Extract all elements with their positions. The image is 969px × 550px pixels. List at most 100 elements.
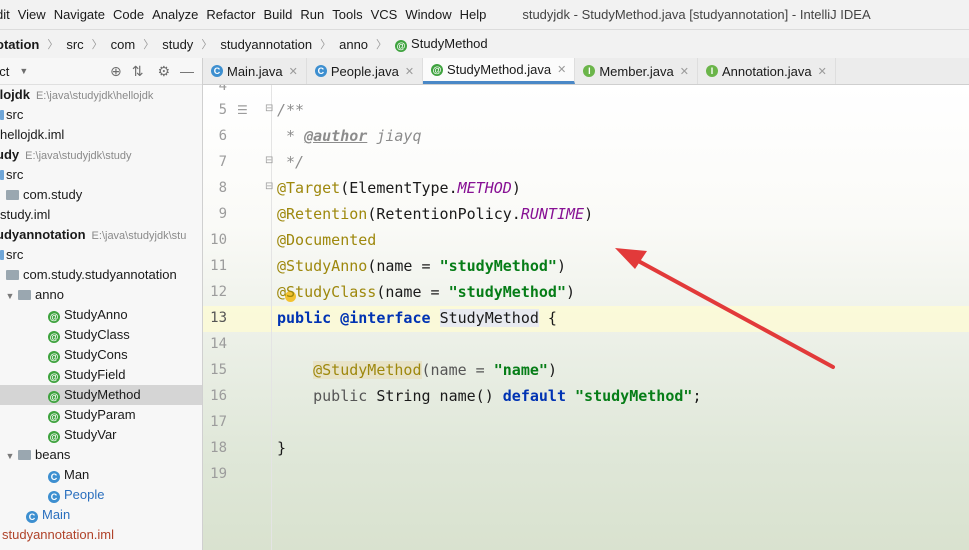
locate-icon[interactable]: ⊕ xyxy=(110,63,122,80)
project-sidebar: ect ▼ ⊕ ⇅ ⚙ — llojdk E:\java\studyjdk\hel… xyxy=(0,58,203,550)
project-toolbar: ect ▼ ⊕ ⇅ ⚙ — xyxy=(0,58,202,85)
tree-item[interactable]: @ StudyCons xyxy=(0,345,202,365)
close-icon[interactable]: ✕ xyxy=(680,65,689,78)
tree-item[interactable]: src xyxy=(0,245,202,265)
menu-view[interactable]: View xyxy=(18,0,54,29)
breadcrumb-item[interactable]: anno xyxy=(335,37,372,52)
tab-people-java[interactable]: C People.java ✕ xyxy=(307,58,424,84)
tab-label: Member.java xyxy=(599,63,674,79)
tree-item[interactable]: com.study.studyannotation xyxy=(0,265,202,285)
menu-tools[interactable]: Tools xyxy=(332,0,370,29)
tree-item[interactable]: studyannotation.iml xyxy=(0,525,202,545)
tab-member-java[interactable]: I Member.java ✕ xyxy=(575,58,698,84)
tree-label: StudyField xyxy=(64,367,126,382)
tree-item-selected[interactable]: @ StudyMethod xyxy=(0,385,202,405)
close-icon[interactable]: ✕ xyxy=(405,65,414,78)
chevron-down-icon[interactable]: ▼ xyxy=(19,66,28,76)
menu-analyze[interactable]: Analyze xyxy=(152,0,206,29)
gear-icon[interactable]: ⚙ xyxy=(157,63,170,80)
chevron-down-icon[interactable]: ▼ xyxy=(4,286,16,306)
project-view-selector[interactable]: ect xyxy=(0,64,9,79)
breadcrumb-item[interactable]: com xyxy=(107,37,140,52)
tab-label: Annotation.java xyxy=(721,63,812,79)
tab-studymethod-java[interactable]: @ StudyMethod.java ✕ xyxy=(423,58,576,84)
tree-item[interactable]: udyannotation E:\java\studyjdk\stu xyxy=(0,225,202,245)
close-icon[interactable]: ✕ xyxy=(557,63,566,76)
tree-label: com.study.studyannotation xyxy=(23,267,177,282)
class-icon: C xyxy=(26,511,38,523)
tab-label: Main.java xyxy=(227,63,283,79)
menu-vcs[interactable]: VCS xyxy=(371,0,406,29)
class-icon: C xyxy=(48,491,60,503)
annotation-icon: @ xyxy=(48,371,60,383)
menu-window[interactable]: Window xyxy=(405,0,459,29)
breadcrumb: otation 〉 src 〉 com 〉 study 〉 studyannot… xyxy=(0,29,969,59)
tree-item[interactable]: src xyxy=(0,105,202,125)
tree-item[interactable]: llojdk E:\java\studyjdk\hellojdk xyxy=(0,85,202,105)
tree-label: Main xyxy=(42,507,71,522)
annotation-arrow-icon xyxy=(615,248,835,369)
tree-item[interactable]: hellojdk.iml xyxy=(0,125,202,145)
tree-label: StudyClass xyxy=(64,327,130,342)
annotation-icon: @ xyxy=(48,311,60,323)
source-folder-icon xyxy=(0,110,4,120)
breadcrumb-item[interactable]: src xyxy=(62,37,87,52)
tree-label: llojdk xyxy=(0,87,30,102)
menu-help[interactable]: Help xyxy=(460,0,495,29)
chevron-right-icon: 〉 xyxy=(47,39,59,51)
tree-item[interactable]: @ StudyVar xyxy=(0,425,202,445)
tree-label: StudyParam xyxy=(64,407,136,422)
close-icon[interactable]: ✕ xyxy=(818,65,827,78)
tree-label: beans xyxy=(35,447,71,462)
tree-item[interactable]: @ StudyAnno xyxy=(0,305,202,325)
code-editor[interactable]: 4 5 ☰ ⊟ 6 7 ⊟ 8 ⊟ 9 10 11 12 13 14 15 16… xyxy=(203,85,969,550)
tab-annotation-java[interactable]: I Annotation.java ✕ xyxy=(698,58,836,84)
tree-item[interactable]: C People xyxy=(0,485,202,505)
tree-item[interactable]: @ StudyParam xyxy=(0,405,202,425)
chevron-down-icon[interactable]: ▼ xyxy=(4,446,16,466)
collapse-all-icon[interactable]: ⇅ xyxy=(132,63,144,80)
tree-item[interactable]: C Man xyxy=(0,465,202,485)
tree-label: Man xyxy=(64,467,90,482)
breadcrumb-item[interactable]: studyannotation xyxy=(216,37,316,52)
tab-main-java[interactable]: C Main.java ✕ xyxy=(203,58,307,84)
hide-icon[interactable]: — xyxy=(180,63,194,79)
class-icon: C xyxy=(48,471,60,483)
menu-navigate[interactable]: Navigate xyxy=(54,0,113,29)
breadcrumb-item[interactable]: study xyxy=(158,37,197,52)
tab-label: StudyMethod.java xyxy=(447,62,552,77)
menu-bar: dit View Navigate Code Analyze Refactor … xyxy=(0,0,969,29)
close-icon[interactable]: ✕ xyxy=(289,65,298,78)
breadcrumb-item[interactable]: otation xyxy=(0,37,43,52)
tree-item[interactable]: ▼ anno xyxy=(0,285,202,305)
interface-icon: I xyxy=(583,65,596,77)
class-icon: C xyxy=(211,65,223,77)
annotation-icon: @ xyxy=(395,40,408,52)
tree-item[interactable]: study.iml xyxy=(0,205,202,225)
tree-label: hellojdk.iml xyxy=(0,127,65,142)
annotation-icon: @ xyxy=(48,391,60,403)
menu-code[interactable]: Code xyxy=(113,0,152,29)
menu-edit[interactable]: dit xyxy=(0,0,18,29)
breadcrumb-label: StudyMethod xyxy=(411,36,488,51)
tree-item[interactable]: ▼ beans xyxy=(0,445,202,465)
tree-item[interactable]: @ StudyClass xyxy=(0,325,202,345)
window-title: studyjdk - StudyMethod.java [studyannota… xyxy=(522,7,871,22)
menu-build[interactable]: Build xyxy=(263,0,300,29)
tree-item[interactable]: udy E:\java\studyjdk\study xyxy=(0,145,202,165)
chevron-right-icon: 〉 xyxy=(91,39,103,51)
tree-item[interactable]: C Main xyxy=(0,505,202,525)
menu-run[interactable]: Run xyxy=(300,0,332,29)
source-folder-icon xyxy=(0,250,4,260)
tree-item[interactable]: com.study xyxy=(0,185,202,205)
interface-icon: I xyxy=(705,65,718,77)
tree-item[interactable]: src xyxy=(0,165,202,185)
tree-label: src xyxy=(6,247,24,262)
package-icon xyxy=(18,450,31,460)
package-icon xyxy=(18,290,31,300)
tree-label: People xyxy=(64,487,105,502)
tree-label: com.study xyxy=(23,187,83,202)
tree-item[interactable]: @ StudyField xyxy=(0,365,202,385)
menu-refactor[interactable]: Refactor xyxy=(206,0,263,29)
breadcrumb-item-current[interactable]: @ StudyMethod xyxy=(391,36,492,52)
